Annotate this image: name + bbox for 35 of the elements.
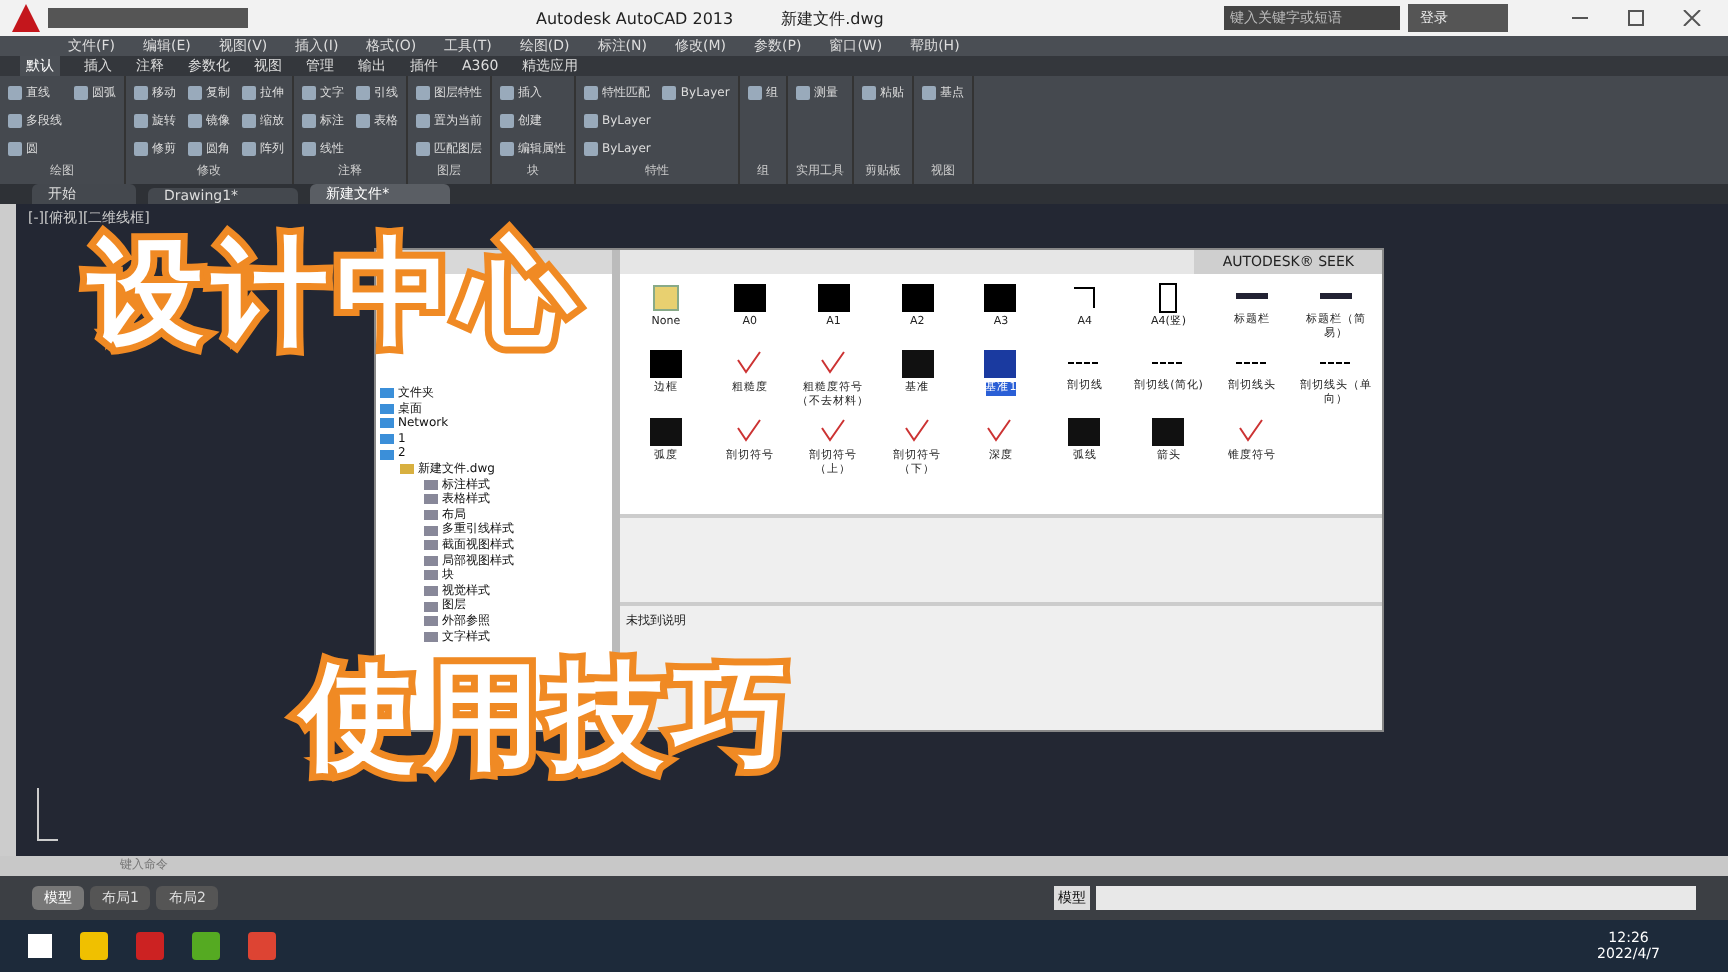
block-thumbnail-icon [982, 282, 1019, 314]
taskbar-app-icon[interactable] [248, 932, 276, 960]
block-thumbnail-icon [1066, 358, 1103, 368]
block-thumbnail-icon [982, 348, 1019, 380]
ucs-axis-icon [32, 784, 60, 844]
tool-icon [747, 86, 762, 101]
drawing-file-icon [400, 464, 414, 475]
tool-icon [74, 86, 88, 101]
window-title: Autodesk AutoCAD 2013 [536, 9, 734, 27]
tool-icon [662, 86, 677, 101]
tool-icon [795, 86, 810, 101]
file-name: 新建文件.dwg [781, 7, 884, 29]
block-thumbnail-icon [1234, 358, 1271, 368]
taskbar-app-icon[interactable] [136, 932, 164, 960]
block-thumbnail-icon [815, 282, 852, 314]
block-thumbnail-icon [1150, 416, 1187, 448]
block-thumbnail-icon [899, 348, 936, 380]
block-thumbnail-icon [1150, 358, 1187, 368]
windows-start-icon[interactable] [28, 934, 52, 958]
drawing-canvas[interactable] [0, 204, 1728, 856]
block-thumbnail-icon [731, 282, 768, 314]
block-thumbnail-icon [1066, 416, 1103, 448]
block-thumbnail-icon [1318, 292, 1355, 302]
block-thumbnail-icon [647, 348, 684, 380]
taskbar-app-icon[interactable] [80, 932, 108, 960]
block-thumbnail-icon [647, 282, 684, 314]
block-thumbnail-icon [1318, 358, 1355, 368]
app-logo-icon[interactable] [12, 4, 40, 32]
taskbar-app-icon[interactable] [192, 932, 220, 960]
block-thumbnail-icon [899, 282, 936, 314]
tool-icon [861, 86, 876, 101]
block-thumbnail-icon [1234, 292, 1271, 302]
status-bar-toolbar[interactable] [1096, 886, 1696, 910]
tool-icon [921, 86, 936, 101]
block-thumbnail-icon [647, 416, 684, 448]
